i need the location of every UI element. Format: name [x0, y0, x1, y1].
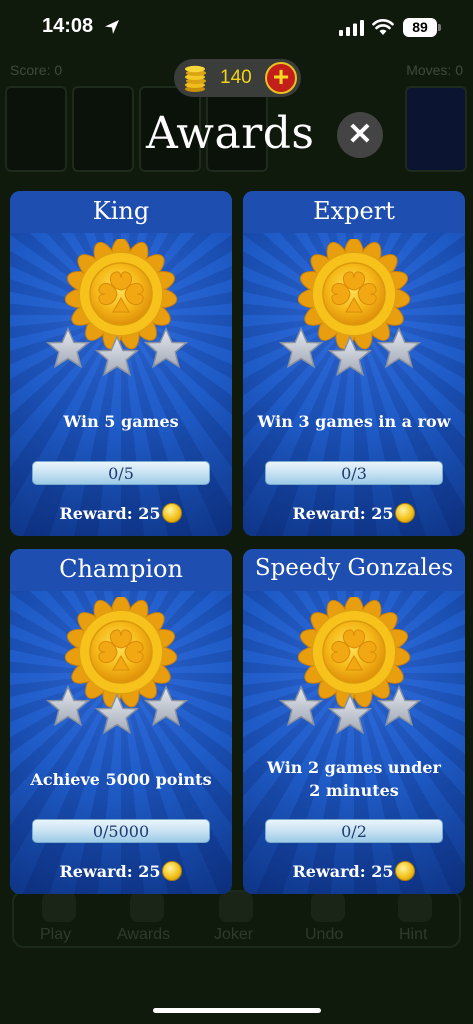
- tab-hint: Hint: [399, 926, 428, 943]
- awards-tab-icon: [130, 892, 164, 922]
- cellular-signal-icon: [339, 20, 364, 36]
- award-progress-bar: 0/3: [265, 461, 443, 485]
- progress-text: 0/3: [341, 464, 367, 483]
- award-card-speedy-gonzales[interactable]: Speedy Gonzales Win 2 games under 2 minu…: [243, 549, 465, 894]
- reward-label: Reward: 25: [59, 504, 161, 523]
- award-progress-bar: 0/2: [265, 819, 443, 843]
- progress-text: 0/2: [341, 822, 367, 841]
- award-title: Champion: [59, 555, 183, 583]
- home-indicator[interactable]: [153, 1008, 321, 1013]
- coins-value: 140: [220, 67, 252, 88]
- close-button[interactable]: ✕: [337, 112, 383, 158]
- award-description-line: Win 2 games under: [267, 758, 441, 777]
- award-description: Win 2 games under 2 minutes: [247, 756, 461, 802]
- reward-row: Reward: 25: [243, 503, 465, 523]
- progress-text: 0/5000: [92, 822, 150, 841]
- score-label: Score: 0: [10, 62, 63, 78]
- reward-label: Reward: 25: [292, 862, 394, 881]
- coin-icon: [395, 861, 416, 881]
- gold-medal-icon: [46, 239, 196, 384]
- gold-medal-icon: [46, 597, 196, 742]
- tab-awards: Awards: [117, 926, 171, 943]
- tab-play: Play: [40, 926, 72, 943]
- reward-row: Reward: 25: [243, 861, 465, 881]
- reward-label: Reward: 25: [59, 862, 161, 881]
- award-description-line: 2 minutes: [309, 781, 399, 800]
- coin-icon: [395, 503, 416, 523]
- tab-joker: Joker: [214, 926, 254, 943]
- clock: 14:08: [42, 15, 94, 37]
- award-progress-bar: 0/5: [32, 461, 210, 485]
- foundation-slot: [5, 86, 67, 172]
- reward-label: Reward: 25: [292, 504, 394, 523]
- award-description: Win 5 games: [63, 412, 179, 431]
- location-arrow-icon: [105, 20, 119, 34]
- award-progress-bar: 0/5000: [32, 819, 210, 843]
- wifi-icon: [372, 19, 394, 35]
- award-description: Win 3 games in a row: [257, 412, 451, 431]
- award-description: Achieve 5000 points: [30, 770, 212, 789]
- coin-stack-icon: [185, 65, 206, 92]
- award-title: Speedy Gonzales: [254, 555, 454, 581]
- coin-icon: [162, 503, 183, 523]
- joker-tab-icon: [219, 892, 253, 922]
- hint-tab-icon: [398, 892, 432, 922]
- award-card-king[interactable]: King Win 5 games 0/5 Reward: 25: [10, 191, 232, 536]
- progress-text: 0/5: [108, 464, 134, 483]
- tab-undo: Undo: [305, 926, 344, 943]
- reward-row: Reward: 25: [10, 503, 232, 523]
- moves-label: Moves: 0: [406, 62, 463, 78]
- coin-icon: [162, 861, 183, 881]
- gold-medal-icon: [279, 597, 429, 742]
- play-tab-icon: [42, 892, 76, 922]
- reward-row: Reward: 25: [10, 861, 232, 881]
- award-title: Expert: [313, 197, 395, 225]
- award-card-expert[interactable]: Expert Win 3 games in a row 0/3 Reward: …: [243, 191, 465, 536]
- page-title: Awards: [146, 108, 315, 159]
- stock-pile: [405, 86, 467, 172]
- undo-tab-icon: [311, 892, 345, 922]
- battery-nub: [438, 24, 441, 31]
- award-title: King: [92, 197, 150, 225]
- award-card-champion[interactable]: Champion Achieve 5000 points 0/5000 Rewa…: [10, 549, 232, 894]
- gold-medal-icon: [279, 239, 429, 384]
- foundation-slot: [72, 86, 134, 172]
- battery-indicator: 89: [403, 18, 437, 37]
- status-bar: 14:08 89: [0, 0, 473, 56]
- coins-balance: 140 +: [174, 59, 301, 97]
- add-coins-button[interactable]: +: [265, 62, 297, 94]
